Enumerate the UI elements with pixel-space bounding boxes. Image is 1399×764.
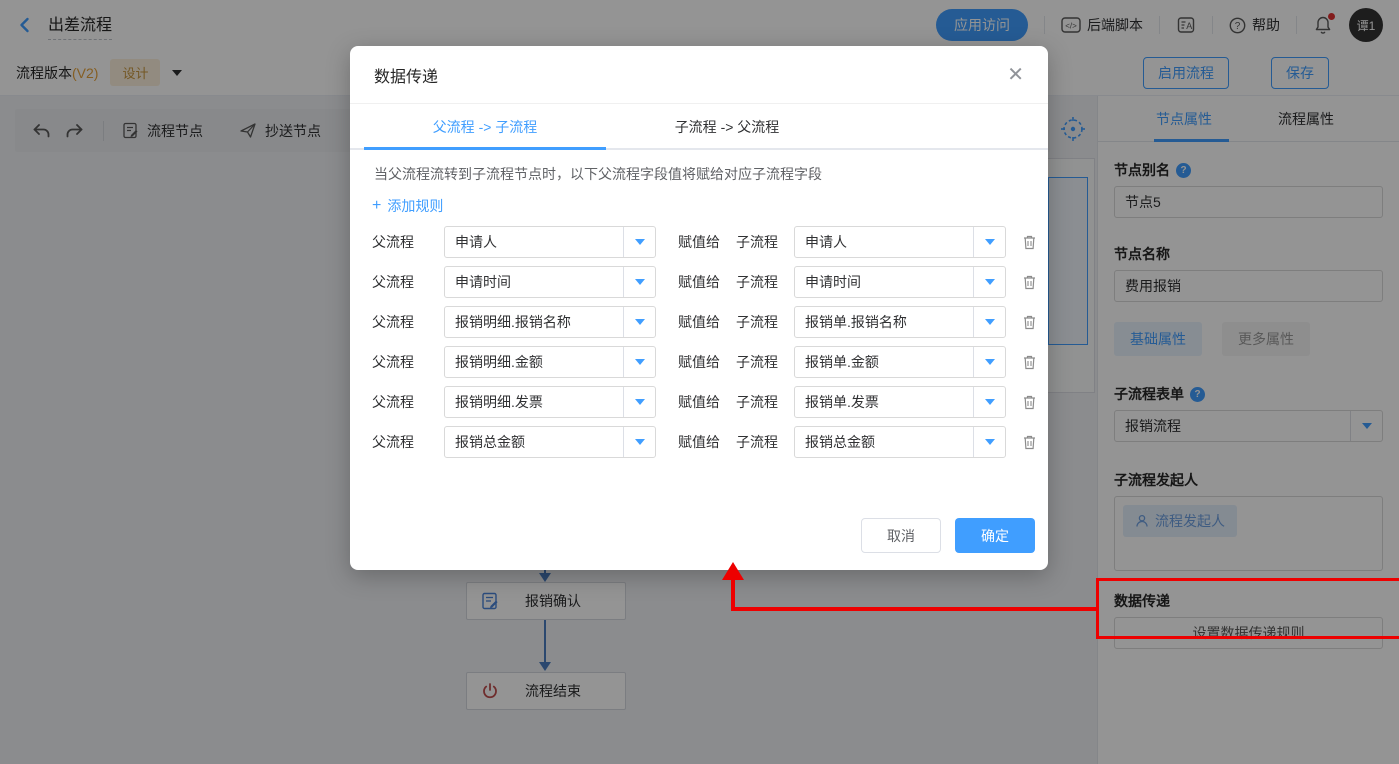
- child-label: 子流程: [736, 232, 780, 252]
- select-caret: [623, 227, 655, 257]
- chevron-down-icon: [635, 239, 645, 245]
- parent-label: 父流程: [372, 392, 418, 412]
- chevron-down-icon: [635, 359, 645, 365]
- chevron-down-icon: [635, 319, 645, 325]
- chevron-down-icon: [985, 239, 995, 245]
- rule-row: 父流程 申请时间 赋值给 子流程 申请时间: [350, 266, 1048, 298]
- app-root: 出差流程 应用访问 </> 后端脚本 A ? 帮助: [0, 0, 1399, 764]
- parent-label: 父流程: [372, 312, 418, 332]
- chevron-down-icon: [635, 399, 645, 405]
- delete-rule-button[interactable]: [1022, 274, 1037, 290]
- modal-description: 当父流程流转到子流程节点时，以下父流程字段值将赋给对应子流程字段: [374, 164, 1024, 184]
- parent-field-select[interactable]: 报销明细.金额: [444, 346, 656, 378]
- delete-rule-button[interactable]: [1022, 354, 1037, 370]
- delete-rule-button[interactable]: [1022, 314, 1037, 330]
- rule-row: 父流程 申请人 赋值给 子流程 申请人: [350, 226, 1048, 258]
- modal-footer: 取消 确定: [861, 518, 1035, 553]
- child-label: 子流程: [736, 352, 780, 372]
- plus-icon: +: [372, 197, 381, 215]
- select-caret: [973, 347, 1005, 377]
- rule-row: 父流程 报销明细.发票 赋值给 子流程 报销单.发票: [350, 386, 1048, 418]
- parent-label: 父流程: [372, 272, 418, 292]
- child-field-select[interactable]: 报销单.报销名称: [794, 306, 1006, 338]
- select-caret: [623, 307, 655, 337]
- confirm-button[interactable]: 确定: [955, 518, 1035, 553]
- select-caret: [623, 347, 655, 377]
- delete-rule-button[interactable]: [1022, 394, 1037, 410]
- add-rule-button[interactable]: + 添加规则: [372, 196, 443, 216]
- child-label: 子流程: [736, 392, 780, 412]
- rule-list: 父流程 申请人 赋值给 子流程 申请人 父流程 申请时间 赋值给 子流程 申请时…: [350, 226, 1048, 458]
- modal-title: 数据传递: [374, 63, 438, 87]
- chevron-down-icon: [985, 399, 995, 405]
- chevron-down-icon: [985, 439, 995, 445]
- select-caret: [973, 227, 1005, 257]
- close-icon[interactable]: ✕: [1007, 65, 1024, 85]
- rule-row: 父流程 报销明细.金额 赋值给 子流程 报销单.金额: [350, 346, 1048, 378]
- data-transfer-modal: 数据传递 ✕ 父流程 -> 子流程 子流程 -> 父流程 当父流程流转到子流程节…: [350, 46, 1048, 570]
- tab-child-to-parent[interactable]: 子流程 -> 父流程: [606, 104, 848, 150]
- select-caret: [623, 387, 655, 417]
- child-label: 子流程: [736, 432, 780, 452]
- chevron-down-icon: [985, 359, 995, 365]
- select-caret: [973, 427, 1005, 457]
- child-field-select[interactable]: 报销单.发票: [794, 386, 1006, 418]
- parent-field-select[interactable]: 申请人: [444, 226, 656, 258]
- cancel-button[interactable]: 取消: [861, 518, 941, 553]
- modal-tabs: 父流程 -> 子流程 子流程 -> 父流程: [350, 104, 1048, 150]
- delete-rule-button[interactable]: [1022, 434, 1037, 450]
- parent-label: 父流程: [372, 352, 418, 372]
- active-tab-indicator: [364, 147, 606, 150]
- assign-label: 赋值给: [678, 312, 722, 332]
- parent-label: 父流程: [372, 232, 418, 252]
- select-caret: [973, 387, 1005, 417]
- rule-row: 父流程 报销明细.报销名称 赋值给 子流程 报销单.报销名称: [350, 306, 1048, 338]
- select-caret: [623, 267, 655, 297]
- assign-label: 赋值给: [678, 432, 722, 452]
- select-caret: [973, 267, 1005, 297]
- parent-field-select[interactable]: 报销明细.报销名称: [444, 306, 656, 338]
- assign-label: 赋值给: [678, 352, 722, 372]
- child-field-select[interactable]: 申请时间: [794, 266, 1006, 298]
- rule-row: 父流程 报销总金额 赋值给 子流程 报销总金额: [350, 426, 1048, 458]
- parent-field-select[interactable]: 报销明细.发票: [444, 386, 656, 418]
- child-label: 子流程: [736, 272, 780, 292]
- assign-label: 赋值给: [678, 392, 722, 412]
- select-caret: [623, 427, 655, 457]
- child-label: 子流程: [736, 312, 780, 332]
- chevron-down-icon: [635, 279, 645, 285]
- child-field-select[interactable]: 申请人: [794, 226, 1006, 258]
- chevron-down-icon: [985, 319, 995, 325]
- chevron-down-icon: [635, 439, 645, 445]
- parent-field-select[interactable]: 申请时间: [444, 266, 656, 298]
- tab-parent-to-child[interactable]: 父流程 -> 子流程: [364, 104, 606, 150]
- child-field-select[interactable]: 报销总金额: [794, 426, 1006, 458]
- modal-header: 数据传递 ✕: [350, 46, 1048, 104]
- child-field-select[interactable]: 报销单.金额: [794, 346, 1006, 378]
- chevron-down-icon: [985, 279, 995, 285]
- parent-label: 父流程: [372, 432, 418, 452]
- parent-field-select[interactable]: 报销总金额: [444, 426, 656, 458]
- assign-label: 赋值给: [678, 232, 722, 252]
- delete-rule-button[interactable]: [1022, 234, 1037, 250]
- assign-label: 赋值给: [678, 272, 722, 292]
- select-caret: [973, 307, 1005, 337]
